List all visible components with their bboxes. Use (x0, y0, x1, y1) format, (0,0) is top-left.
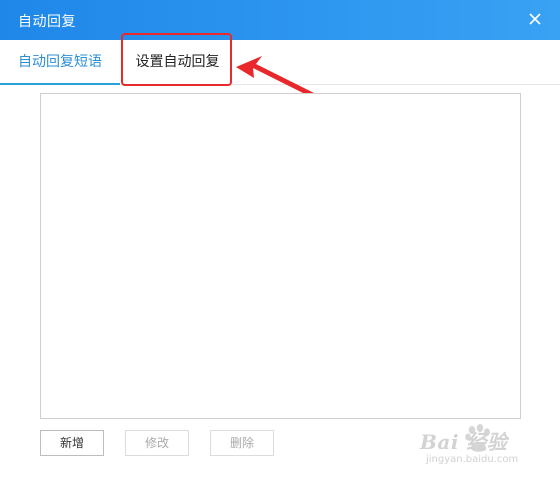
watermark: Bai 经验 jingyan.baidu.com (404, 422, 554, 470)
add-button[interactable]: 新增 (40, 430, 104, 456)
dialog-titlebar: 自动回复 (0, 0, 560, 40)
annotation-highlight-box (121, 33, 232, 86)
delete-button: 删除 (210, 430, 274, 456)
watermark-url: jingyan.baidu.com (426, 454, 519, 465)
phrase-list[interactable] (40, 93, 521, 419)
tab-auto-reply-phrases[interactable]: 自动回复短语 (0, 40, 120, 85)
watermark-text: Bai 经验 (420, 430, 508, 454)
dialog-title: 自动回复 (18, 14, 76, 30)
edit-button: 修改 (125, 430, 189, 456)
close-icon[interactable] (524, 8, 546, 30)
